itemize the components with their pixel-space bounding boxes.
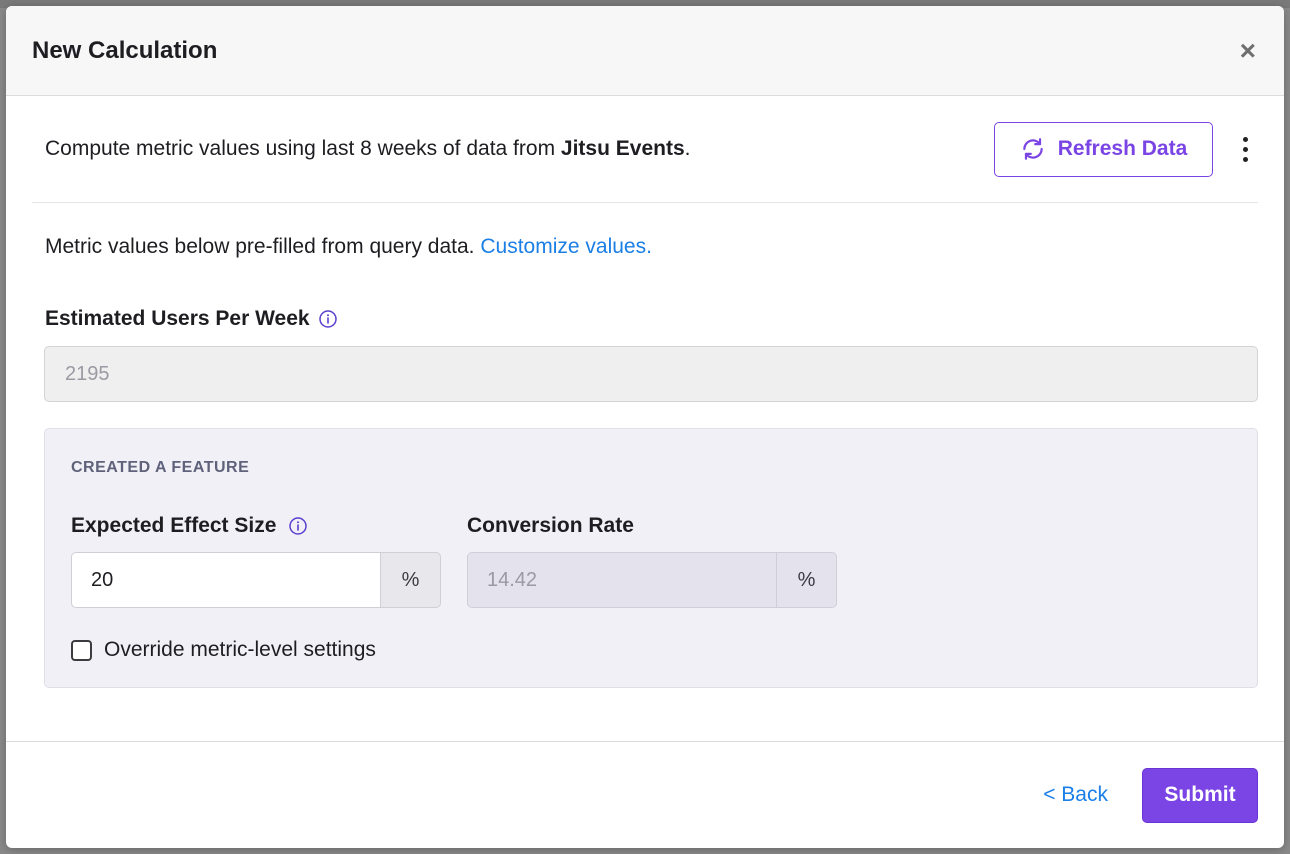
effect-size-unit: % [380, 552, 441, 608]
conversion-rate-field: Conversion Rate 14.42 % [467, 513, 837, 608]
users-label-row: Estimated Users Per Week [32, 307, 1258, 331]
prefill-text: Metric values below pre-filled from quer… [45, 235, 481, 258]
info-icon[interactable] [288, 516, 308, 536]
users-per-week-input[interactable]: 2195 [44, 346, 1258, 402]
kebab-menu-icon[interactable] [1233, 131, 1258, 168]
new-calculation-modal: New Calculation × Compute metric values … [6, 6, 1284, 848]
metric-name: CREATED A FEATURE [71, 459, 250, 476]
datasource-name: Jitsu Events [560, 137, 685, 160]
effect-size-input-group: 20 % [71, 552, 441, 608]
modal-title: New Calculation [32, 36, 218, 64]
effect-size-field: Expected Effect Size 20 % [71, 513, 441, 608]
datasource-description: Compute metric values using last 8 weeks… [45, 137, 690, 161]
customize-values-link[interactable]: Customize values. [480, 235, 652, 258]
users-per-week-label: Estimated Users Per Week [45, 307, 310, 330]
close-icon[interactable]: × [1240, 36, 1256, 65]
override-checkbox[interactable] [71, 639, 92, 661]
override-row: Override metric-level settings [71, 638, 1231, 662]
modal-body: Compute metric values using last 8 weeks… [6, 96, 1284, 742]
refresh-data-label: Refresh Data [1057, 137, 1188, 160]
info-icon[interactable] [318, 309, 338, 329]
submit-button[interactable]: Submit [1142, 767, 1258, 823]
override-label: Override metric-level settings [104, 638, 376, 661]
datasource-prefix: Compute metric values using last 8 weeks… [45, 137, 561, 160]
back-button[interactable]: < Back [1043, 783, 1108, 807]
metric-card: CREATED A FEATURE Expected Effect Size 2… [44, 428, 1258, 688]
effect-size-label: Expected Effect Size [71, 514, 277, 537]
datasource-actions: Refresh Data [994, 121, 1258, 177]
prefill-note: Metric values below pre-filled from quer… [32, 235, 1258, 259]
effect-size-input[interactable]: 20 [71, 552, 380, 608]
metric-fields: Expected Effect Size 20 % Conversion Rat… [71, 513, 1231, 608]
conversion-rate-unit: % [776, 552, 837, 608]
refresh-icon [1022, 138, 1043, 160]
conversion-rate-input-group: 14.42 % [467, 552, 837, 608]
modal-footer: < Back Submit [6, 741, 1284, 848]
datasource-suffix: . [684, 137, 691, 160]
conversion-rate-input[interactable]: 14.42 [467, 552, 776, 608]
datasource-row: Compute metric values using last 8 weeks… [32, 96, 1258, 203]
conversion-rate-label: Conversion Rate [467, 514, 634, 537]
modal-header: New Calculation × [6, 6, 1284, 96]
refresh-data-button[interactable]: Refresh Data [994, 121, 1213, 177]
